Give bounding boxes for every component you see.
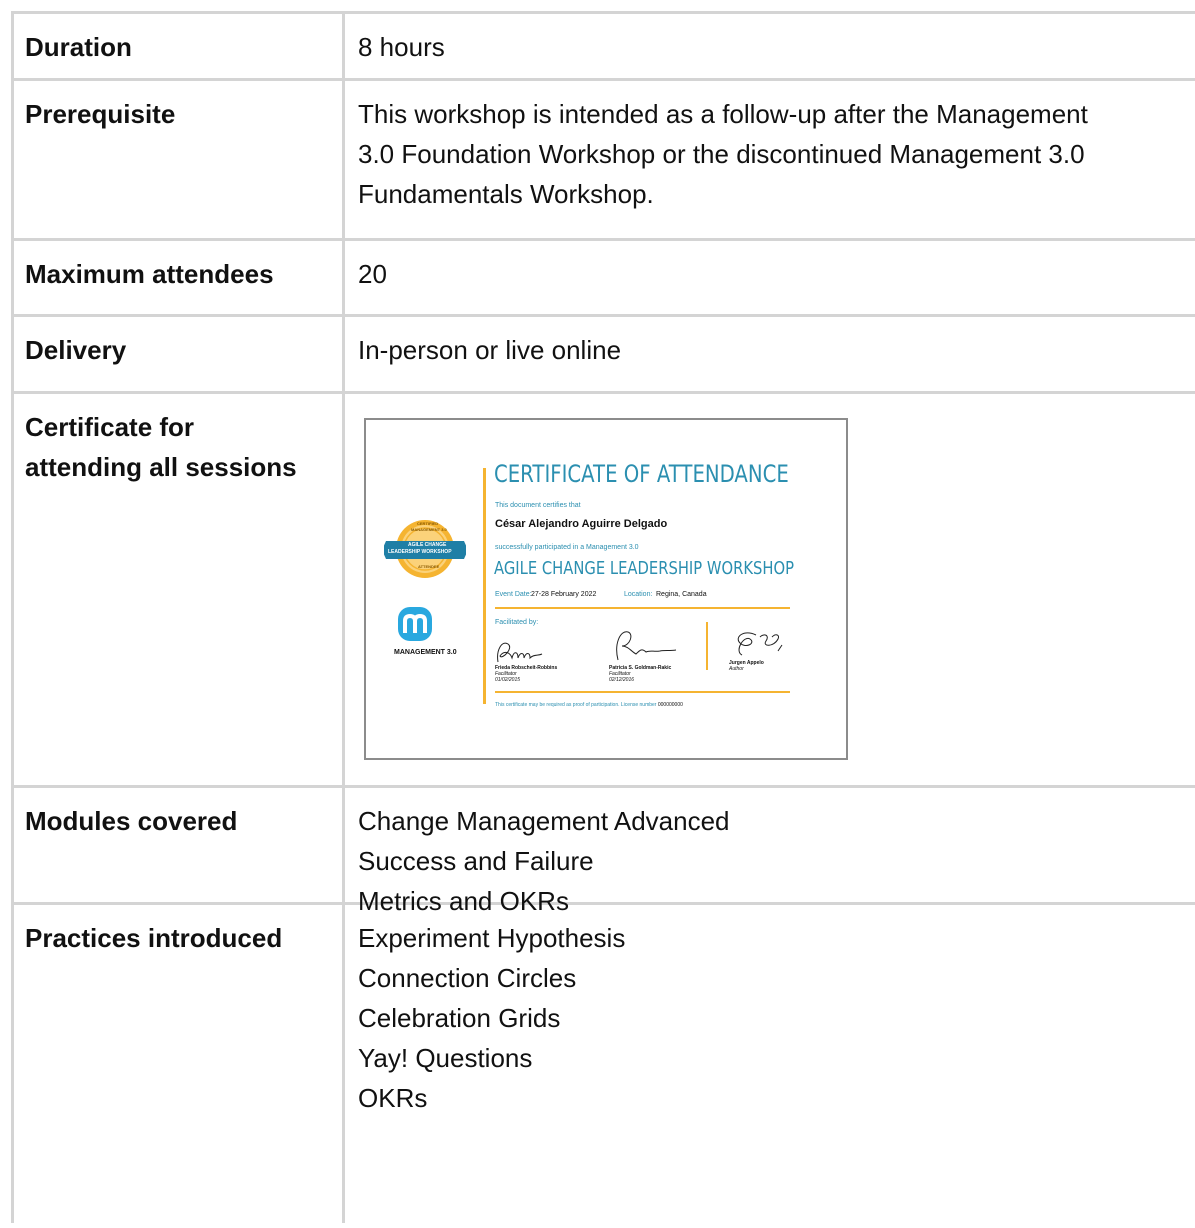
value-line: OKRs — [358, 1083, 428, 1113]
divider — [495, 691, 790, 693]
row-value: 20 — [345, 241, 1195, 314]
workshop-title: AGILE CHANGE LEADERSHIP WORKSHOP — [494, 558, 795, 579]
table-row-practices-introduced: Practices introduced Experiment Hypothes… — [11, 902, 1195, 1223]
row-label: Certificate for attending all sessions — [11, 394, 345, 785]
badge-line: LEADERSHIP WORKSHOP — [388, 549, 452, 555]
value-line: Change Management Advanced — [358, 806, 730, 836]
footer-text: This certificate may be required as proo… — [495, 702, 657, 708]
signature-3-icon — [737, 632, 783, 656]
signer-date: 01/02/2015 — [495, 677, 521, 683]
badge-line: MANAGEMENT 3.0 — [411, 527, 447, 532]
participated-text: successfully participated in a Managemen… — [495, 544, 639, 551]
table-row-modules-covered: Modules covered Change Management Advanc… — [11, 785, 1195, 916]
label-line: Certificate for — [25, 412, 195, 442]
license-number: 000000000 — [657, 702, 683, 708]
value-line: Connection Circles — [358, 963, 577, 993]
value-line: 3.0 Foundation Workshop or the discontin… — [358, 139, 1085, 169]
attendee-name: César Alejandro Aguirre Delgado — [495, 518, 668, 530]
value-line: In-person or live online — [358, 335, 622, 365]
value-line: Celebration Grids — [358, 1003, 561, 1033]
certificate-image: CERTIFIED MANAGEMENT 3.0 AGILE CHANGE LE… — [364, 418, 848, 760]
row-value: This workshop is intended as a follow-up… — [345, 81, 1195, 238]
table-row-duration: Duration 8 hours — [11, 11, 1195, 78]
value-line: Yay! Questions — [358, 1043, 533, 1073]
value-line: 20 — [358, 259, 387, 289]
event-date-label: Event Date: — [495, 591, 532, 598]
row-label: Practices introduced — [11, 905, 345, 1223]
location-label: Location: — [624, 591, 653, 598]
table-row-delivery: Delivery In-person or live online — [11, 314, 1195, 391]
row-value: 8 hours — [345, 14, 1195, 78]
signer-role: Author — [729, 666, 744, 672]
certificate-title: CERTIFICATE OF ATTENDANCE — [494, 460, 789, 488]
value-line: This workshop is intended as a follow-up… — [358, 99, 1088, 129]
label-line: attending all sessions — [25, 452, 297, 482]
value-line: 8 hours — [358, 32, 445, 62]
value-line: Fundamentals Workshop. — [358, 179, 654, 209]
row-label: Maximum attendees — [11, 241, 345, 314]
management-logo-icon — [398, 607, 432, 641]
badge-line: ATTENDEE — [418, 564, 440, 569]
event-date: 27-28 February 2022 — [531, 591, 597, 598]
accent-line — [483, 468, 486, 704]
table-row-maximum-attendees: Maximum attendees 20 — [11, 238, 1195, 314]
divider — [495, 607, 790, 609]
row-value: Change Management Advanced Success and F… — [345, 788, 1195, 916]
row-label: Duration — [11, 14, 345, 78]
row-label: Delivery — [11, 317, 345, 391]
facilitated-by: Facilitated by: — [495, 619, 539, 626]
signature-2-icon — [616, 631, 677, 661]
row-value: Experiment Hypothesis Connection Circles… — [345, 905, 1195, 1220]
brand-label: MANAGEMENT 3.0 — [394, 649, 457, 656]
certificate-footer: This certificate may be required as proo… — [495, 702, 683, 708]
certifies-text: This document certifies that — [495, 502, 581, 509]
signer-date: 02/12/2016 — [609, 677, 635, 683]
badge-line: CERTIFIED — [417, 521, 439, 526]
location: Regina, Canada — [656, 591, 707, 598]
value-line: Experiment Hypothesis — [358, 923, 626, 953]
table-row-prerequisite: Prerequisite This workshop is intended a… — [11, 78, 1195, 238]
signature-1-icon — [497, 642, 543, 663]
row-value: In-person or live online — [345, 317, 1195, 391]
value-line: Success and Failure — [358, 846, 594, 876]
badge-line: AGILE CHANGE — [408, 542, 447, 548]
row-label: Modules covered — [11, 788, 345, 905]
signature-divider — [706, 622, 708, 670]
row-label: Prerequisite — [11, 81, 345, 238]
